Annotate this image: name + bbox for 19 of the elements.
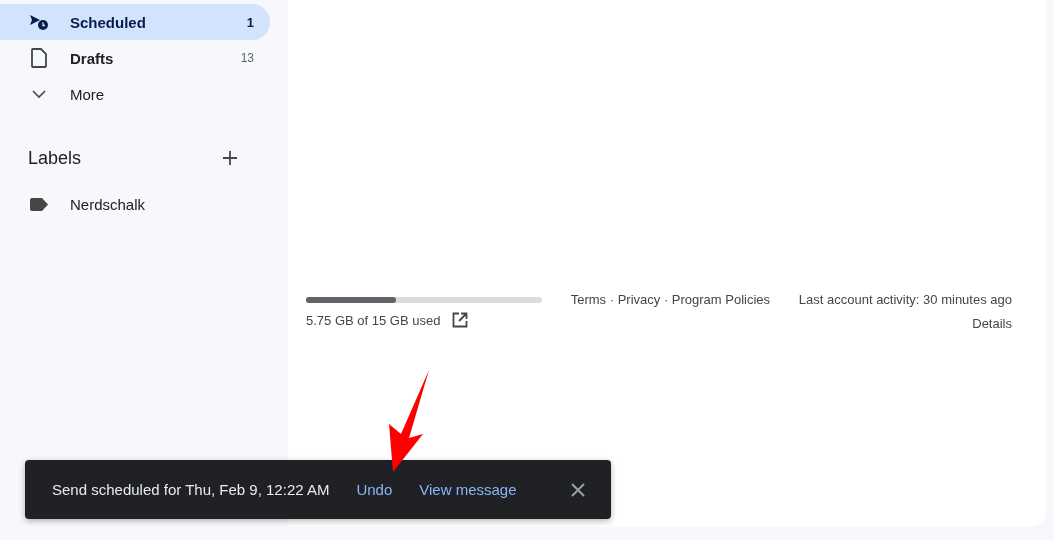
label-icon	[30, 197, 48, 211]
external-link-icon[interactable]	[452, 312, 469, 328]
account-activity: Last account activity: 30 minutes ago	[798, 292, 1012, 307]
labels-heading: Labels	[28, 147, 82, 169]
sidebar-item[interactable]: Drafts 13	[0, 40, 270, 76]
footer-links[interactable]: Terms · Privacy · Program Policies	[570, 292, 771, 331]
label-item[interactable]: Nerdschalk	[0, 188, 270, 220]
snackbar-action[interactable]: View message	[419, 481, 517, 498]
scheduled-send-icon	[29, 13, 49, 31]
plus-icon	[222, 150, 238, 166]
storage-text: 5.75 GB of 15 GB used	[306, 312, 441, 328]
chevron-down-icon	[32, 89, 46, 99]
file-icon	[31, 48, 47, 68]
details-link[interactable]: Details	[972, 316, 1012, 331]
snackbar-action[interactable]: Undo	[356, 481, 393, 498]
sidebar-item[interactable]: Scheduled 1	[0, 4, 270, 40]
sidebar-item[interactable]: More	[0, 76, 270, 112]
close-button[interactable]	[569, 480, 587, 499]
snackbar-message: Send scheduled for Thu, Feb 9, 12:22 AM	[52, 481, 330, 498]
